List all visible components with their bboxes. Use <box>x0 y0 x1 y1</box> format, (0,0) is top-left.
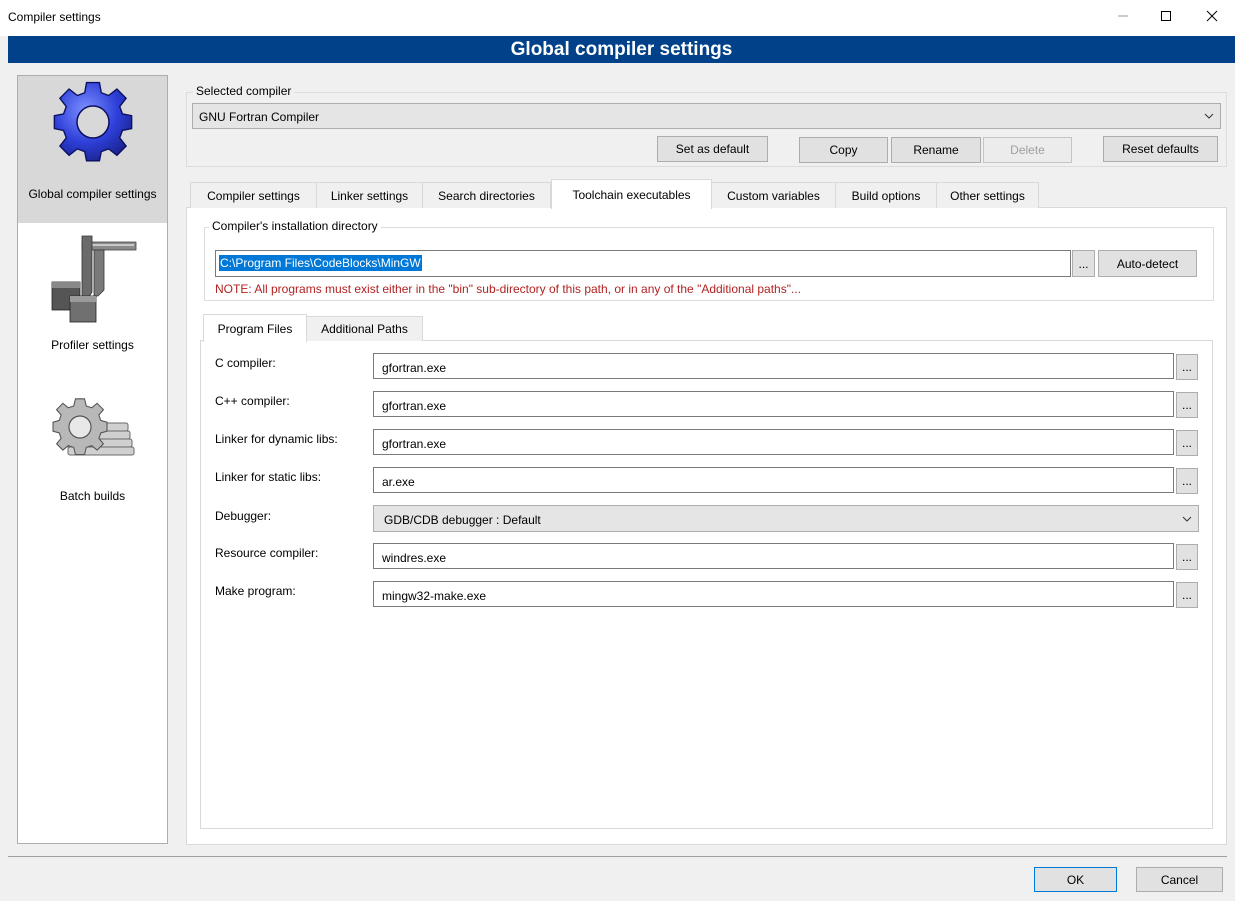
chevron-down-icon <box>1204 113 1214 119</box>
make-program-input[interactable]: mingw32-make.exe <box>373 581 1174 607</box>
category-profiler[interactable]: Profiler settings <box>18 226 167 356</box>
close-icon <box>1206 10 1218 22</box>
category-panel: Global compiler settings Profiler settin… <box>17 75 168 844</box>
rename-button[interactable]: Rename <box>891 137 981 163</box>
ok-button[interactable]: OK <box>1034 867 1117 892</box>
window-title: Compiler settings <box>8 10 101 24</box>
gear-icon <box>53 81 133 162</box>
resource-compiler-browse-button[interactable]: ... <box>1176 544 1198 570</box>
resource-compiler-label: Resource compiler: <box>215 546 319 560</box>
tab-compiler-settings[interactable]: Compiler settings <box>190 182 317 208</box>
footer-divider <box>8 856 1227 857</box>
dynamic-linker-value: gfortran.exe <box>382 437 447 451</box>
install-dir-value: C:\Program Files\CodeBlocks\MinGW <box>219 255 422 271</box>
tab-other-settings[interactable]: Other settings <box>936 182 1039 208</box>
static-linker-input[interactable]: ar.exe <box>373 467 1174 493</box>
subtab-program-files[interactable]: Program Files <box>203 314 307 342</box>
c-compiler-input[interactable]: gfortran.exe <box>373 353 1174 379</box>
cpp-compiler-label: C++ compiler: <box>215 394 290 408</box>
debugger-select-value: GDB/CDB debugger : Default <box>384 513 541 527</box>
selected-compiler-legend: Selected compiler <box>193 84 295 98</box>
install-dir-input[interactable]: C:\Program Files\CodeBlocks\MinGW <box>215 250 1071 277</box>
debugger-select[interactable]: GDB/CDB debugger : Default <box>373 505 1199 532</box>
gear-stack-icon <box>52 398 135 456</box>
resource-compiler-value: windres.exe <box>382 551 447 565</box>
dynamic-linker-input[interactable]: gfortran.exe <box>373 429 1174 455</box>
tab-linker-settings[interactable]: Linker settings <box>316 182 423 208</box>
install-dir-browse-button[interactable]: ... <box>1072 250 1095 277</box>
delete-button[interactable]: Delete <box>983 137 1072 163</box>
category-label: Profiler settings <box>51 338 134 352</box>
cpp-compiler-value: gfortran.exe <box>382 399 447 413</box>
c-compiler-browse-button[interactable]: ... <box>1176 354 1198 380</box>
dynamic-linker-label: Linker for dynamic libs: <box>215 432 338 446</box>
subtab-additional-paths[interactable]: Additional Paths <box>306 316 423 341</box>
tab-search-directories[interactable]: Search directories <box>422 182 551 208</box>
category-batch-builds[interactable]: Batch builds <box>18 381 167 511</box>
compiler-select-value: GNU Fortran Compiler <box>199 110 320 124</box>
dynamic-linker-browse-button[interactable]: ... <box>1176 430 1198 456</box>
tab-custom-variables[interactable]: Custom variables <box>711 182 836 208</box>
make-program-label: Make program: <box>215 584 296 598</box>
close-button[interactable] <box>1189 0 1235 32</box>
caliper-icon <box>51 235 137 323</box>
category-label: Global compiler settings <box>28 187 157 201</box>
minimize-icon <box>1118 15 1128 17</box>
install-dir-legend: Compiler's installation directory <box>209 219 381 233</box>
category-global-compiler[interactable]: Global compiler settings <box>18 76 167 223</box>
compiler-select[interactable]: GNU Fortran Compiler <box>192 103 1221 129</box>
c-compiler-label: C compiler: <box>215 356 276 370</box>
install-dir-note: NOTE: All programs must exist either in … <box>215 282 801 296</box>
cpp-compiler-browse-button[interactable]: ... <box>1176 392 1198 418</box>
c-compiler-value: gfortran.exe <box>382 361 447 375</box>
reset-defaults-button[interactable]: Reset defaults <box>1103 136 1218 162</box>
page-title: Global compiler settings <box>8 36 1235 63</box>
maximize-button[interactable] <box>1143 0 1189 32</box>
make-program-browse-button[interactable]: ... <box>1176 582 1198 608</box>
chevron-down-icon <box>1182 516 1192 522</box>
category-label: Batch builds <box>59 489 126 503</box>
tab-build-options[interactable]: Build options <box>835 182 937 208</box>
debugger-label: Debugger: <box>215 509 272 523</box>
static-linker-browse-button[interactable]: ... <box>1176 468 1198 494</box>
resource-compiler-input[interactable]: windres.exe <box>373 543 1174 569</box>
static-linker-value: ar.exe <box>382 475 415 489</box>
title-bar <box>0 0 1235 36</box>
static-linker-label: Linker for static libs: <box>215 470 322 484</box>
set-default-button[interactable]: Set as default <box>657 136 768 162</box>
cpp-compiler-input[interactable]: gfortran.exe <box>373 391 1174 417</box>
minimize-button[interactable] <box>1100 0 1146 32</box>
copy-button[interactable]: Copy <box>799 137 888 163</box>
tab-toolchain-executables[interactable]: Toolchain executables <box>551 179 712 209</box>
auto-detect-button[interactable]: Auto-detect <box>1098 250 1197 277</box>
make-program-value: mingw32-make.exe <box>382 589 487 603</box>
maximize-icon <box>1161 11 1171 21</box>
cancel-button[interactable]: Cancel <box>1136 867 1223 892</box>
